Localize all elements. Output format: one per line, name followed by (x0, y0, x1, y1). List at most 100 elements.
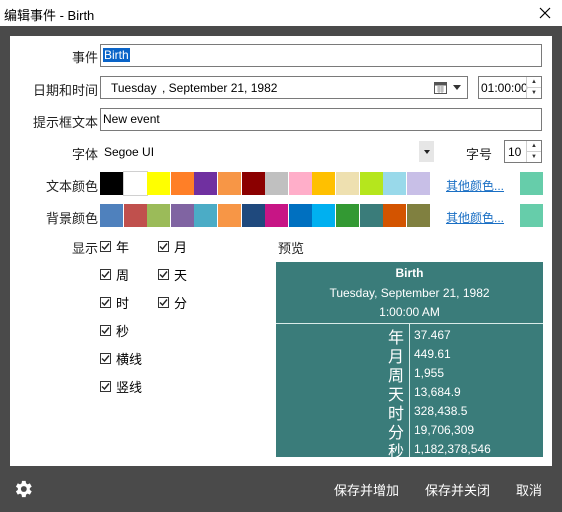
font-dropdown-button[interactable] (419, 141, 434, 162)
display-option-checkbox[interactable]: 秒 (100, 321, 129, 340)
preview-title: Birth (395, 266, 424, 280)
display-option-label: 时 (116, 296, 130, 311)
font-value: Segoe UI (104, 145, 155, 159)
display-option-checkbox[interactable]: 天 (158, 265, 187, 284)
display-option-checkbox[interactable]: 月 (158, 237, 187, 256)
tooltip-label: 提示框文本 (32, 115, 98, 130)
tooltip-input[interactable]: New event (100, 108, 542, 131)
text-color-swatch[interactable] (406, 172, 430, 195)
text-color-swatch[interactable] (147, 172, 171, 195)
display-option-label: 周 (116, 268, 130, 283)
text-color-swatch[interactable] (100, 172, 123, 195)
text-more-colors-link[interactable]: 其他颜色... (446, 177, 504, 194)
bg-color-swatch[interactable] (312, 204, 336, 227)
preview-label: 预览 (278, 241, 305, 256)
event-name-input[interactable]: Birth (100, 44, 542, 67)
bg-color-swatch[interactable] (383, 204, 407, 227)
checkbox-box[interactable] (158, 269, 169, 280)
bg-color-swatch[interactable] (288, 204, 312, 227)
checkmark-icon (159, 299, 168, 307)
preview-date: Tuesday, September 21, 1982 (329, 286, 490, 300)
cancel-button[interactable]: 取消 (516, 480, 542, 499)
event-name-value: Birth (103, 48, 130, 62)
text-color-swatch[interactable] (170, 172, 194, 195)
time-up-icon[interactable]: ▲ (527, 77, 541, 87)
checkbox-box[interactable] (158, 297, 169, 308)
text-color-swatch[interactable] (288, 172, 312, 195)
bg-color-swatch[interactable] (194, 204, 218, 227)
text-color-swatch[interactable] (265, 172, 289, 195)
checkbox-box[interactable] (100, 381, 111, 392)
text-color-swatch[interactable] (359, 172, 383, 195)
fontsize-spinner[interactable]: 10 ▲ ▼ (504, 140, 542, 163)
checkbox-box[interactable] (100, 325, 111, 336)
checkbox-box[interactable] (100, 269, 111, 280)
text-color-swatch[interactable] (194, 172, 218, 195)
save-and-close-button[interactable]: 保存并关闭 (425, 480, 490, 499)
display-option-checkbox[interactable]: 时 (100, 293, 129, 312)
bg-more-colors-link[interactable]: 其他颜色... (446, 209, 504, 226)
fontsize-up-icon[interactable]: ▲ (527, 141, 541, 151)
bg-color-swatch[interactable] (218, 204, 241, 227)
bg-color-swatch[interactable] (336, 204, 359, 227)
bg-color-swatch[interactable] (241, 204, 265, 227)
text-color-swatch[interactable] (218, 172, 241, 195)
time-stepper[interactable]: ▲ ▼ (526, 77, 541, 98)
font-select[interactable]: Segoe UI (100, 140, 434, 163)
preview-value: 13,684.9 (414, 385, 461, 399)
bg-color-swatch[interactable] (265, 204, 289, 227)
text-color-swatch[interactable] (312, 172, 336, 195)
display-option-checkbox[interactable]: 横线 (100, 349, 142, 368)
save-and-add-button[interactable]: 保存并增加 (334, 480, 399, 499)
time-spinner[interactable]: 01:00:00 ▲ ▼ (478, 76, 542, 99)
display-option-checkbox[interactable]: 年 (100, 237, 129, 256)
fontsize-value[interactable]: 10 (508, 145, 521, 159)
textcolor-label: 文本颜色 (45, 179, 98, 194)
checkmark-icon (101, 243, 110, 251)
text-color-selected-swatch[interactable] (520, 172, 543, 195)
bg-color-swatch[interactable] (123, 204, 147, 227)
display-option-label: 年 (116, 240, 130, 255)
time-value[interactable]: 01:00:00 (481, 81, 528, 95)
preview-value: 1,955 (414, 366, 445, 380)
calendar-icon[interactable] (434, 81, 447, 94)
text-color-palette (100, 171, 430, 196)
fontsize-stepper[interactable]: ▲ ▼ (526, 141, 541, 162)
text-color-swatch[interactable] (241, 172, 265, 195)
display-option-checkbox[interactable]: 周 (100, 265, 129, 284)
tooltip-value: New event (103, 112, 160, 126)
preview-row: 年 37.467 (276, 326, 543, 347)
checkbox-box[interactable] (100, 241, 111, 252)
text-color-swatch[interactable] (383, 172, 407, 195)
date-weekday[interactable]: Tuesday (111, 81, 157, 95)
display-option-checkbox[interactable]: 分 (158, 293, 187, 312)
checkbox-box[interactable] (100, 353, 111, 364)
bg-color-swatch[interactable] (147, 204, 171, 227)
date-rest[interactable]: , September 21, 1982 (162, 81, 277, 95)
preview-time: 1:00:00 AM (379, 305, 440, 319)
preview-row: 天 13,684.9 (276, 383, 543, 404)
close-button[interactable] (528, 0, 562, 26)
time-down-icon[interactable]: ▼ (527, 87, 541, 98)
datetime-label: 日期和时间 (32, 83, 98, 98)
text-color-swatch[interactable] (336, 172, 359, 195)
bg-color-palette (100, 204, 430, 227)
bg-color-swatch[interactable] (359, 204, 383, 227)
bg-color-swatch[interactable] (100, 204, 123, 227)
checkmark-icon (101, 383, 110, 391)
checkbox-box[interactable] (100, 297, 111, 308)
checkbox-box[interactable] (158, 241, 169, 252)
gear-icon[interactable] (12, 478, 34, 500)
display-option-label: 竖线 (116, 380, 143, 395)
bg-color-swatch[interactable] (406, 204, 430, 227)
bg-color-selected-swatch[interactable] (520, 204, 543, 227)
fontsize-down-icon[interactable]: ▼ (527, 151, 541, 162)
date-picker[interactable]: Tuesday , September 21, 1982 (100, 76, 468, 99)
display-option-checkbox[interactable]: 竖线 (100, 377, 142, 396)
checkmark-icon (101, 271, 110, 279)
chevron-down-icon[interactable] (453, 85, 461, 91)
bg-color-swatch[interactable] (170, 204, 194, 227)
checkmark-icon (159, 271, 168, 279)
bgcolor-label: 背景颜色 (45, 211, 98, 226)
text-color-swatch[interactable] (122, 171, 148, 196)
